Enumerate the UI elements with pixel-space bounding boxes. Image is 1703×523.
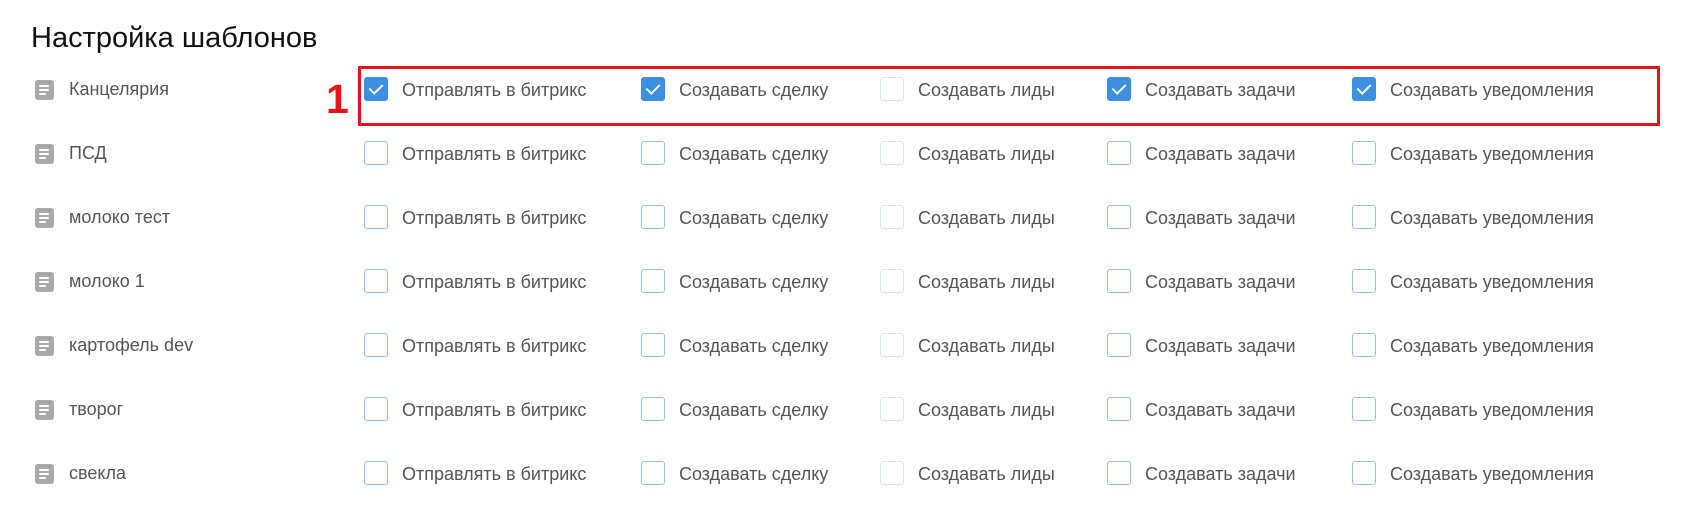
template-row: ПСД Отправлять в битрикс Создавать сделку С… — [0, 134, 1703, 174]
template-row: картофель dev Отправлять в битрикс Создава… — [0, 326, 1703, 366]
option-tasks-checkbox[interactable] — [1107, 461, 1131, 485]
template-name: творог — [69, 399, 124, 419]
option-label[interactable]: Отправлять в битрикс — [402, 207, 586, 229]
template-name: молоко тест — [69, 207, 171, 227]
option-bitrix-checkbox[interactable] — [364, 141, 388, 165]
option-label[interactable]: Создавать задачи — [1145, 399, 1296, 421]
option-notifications-checkbox[interactable] — [1352, 333, 1376, 357]
option-label[interactable]: Создавать сделку — [679, 399, 828, 421]
option-notifications-checkbox[interactable] — [1352, 205, 1376, 229]
option-label[interactable]: Создавать задачи — [1145, 335, 1296, 357]
option-label[interactable]: Создавать лиды — [918, 399, 1055, 421]
option-label[interactable]: Создавать уведомления — [1390, 271, 1594, 293]
option-leads-checkbox[interactable] — [880, 333, 904, 357]
option-tasks-checkbox[interactable] — [1107, 333, 1131, 357]
option-label[interactable]: Создавать сделку — [679, 463, 828, 485]
option-label[interactable]: Создавать задачи — [1145, 207, 1296, 229]
option-leads-checkbox[interactable] — [880, 205, 904, 229]
document-icon — [35, 272, 54, 292]
option-label[interactable]: Создавать задачи — [1145, 143, 1296, 165]
option-label[interactable]: Создавать лиды — [918, 143, 1055, 165]
option-label[interactable]: Создавать лиды — [918, 207, 1055, 229]
option-label[interactable]: Создавать уведомления — [1390, 335, 1594, 357]
document-icon — [35, 208, 54, 228]
option-label[interactable]: Создавать задачи — [1145, 463, 1296, 485]
document-icon — [35, 336, 54, 356]
option-bitrix-checkbox[interactable] — [364, 333, 388, 357]
option-leads-checkbox[interactable] — [880, 141, 904, 165]
option-deal-checkbox[interactable] — [641, 461, 665, 485]
option-label[interactable]: Создавать задачи — [1145, 271, 1296, 293]
option-label[interactable]: Создавать сделку — [679, 143, 828, 165]
option-bitrix-checkbox[interactable] — [364, 461, 388, 485]
template-row: свекла Отправлять в битрикс Создавать сдел… — [0, 454, 1703, 494]
template-row: молоко тест Отправлять в битрикс Создавать… — [0, 198, 1703, 238]
document-icon — [35, 144, 54, 164]
option-label[interactable]: Создавать сделку — [679, 207, 828, 229]
option-deal-checkbox[interactable] — [641, 269, 665, 293]
option-notifications-checkbox[interactable] — [1352, 397, 1376, 421]
option-label[interactable]: Создавать уведомления — [1390, 143, 1594, 165]
option-deal-checkbox[interactable] — [641, 397, 665, 421]
option-bitrix-checkbox[interactable] — [364, 269, 388, 293]
option-deal-checkbox[interactable] — [641, 333, 665, 357]
option-deal-checkbox[interactable] — [641, 141, 665, 165]
option-label[interactable]: Создавать уведомления — [1390, 463, 1594, 485]
option-tasks-checkbox[interactable] — [1107, 269, 1131, 293]
template-row: молоко 1 Отправлять в битрикс Создавать сд… — [0, 262, 1703, 302]
template-row: творог Отправлять в битрикс Создавать сдел… — [0, 390, 1703, 430]
annotation-highlight-box — [358, 66, 1660, 126]
option-notifications-checkbox[interactable] — [1352, 269, 1376, 293]
option-notifications-checkbox[interactable] — [1352, 141, 1376, 165]
document-icon — [35, 400, 54, 420]
option-bitrix-checkbox[interactable] — [364, 205, 388, 229]
option-label[interactable]: Создавать лиды — [918, 335, 1055, 357]
option-tasks-checkbox[interactable] — [1107, 141, 1131, 165]
option-deal-checkbox[interactable] — [641, 205, 665, 229]
option-label[interactable]: Создавать сделку — [679, 271, 828, 293]
option-label[interactable]: Отправлять в битрикс — [402, 271, 586, 293]
document-icon — [35, 464, 54, 484]
template-name: свекла — [69, 463, 126, 483]
template-name: ПСД — [69, 143, 107, 163]
template-name: Канцелярия — [69, 79, 170, 99]
option-label[interactable]: Создавать сделку — [679, 335, 828, 357]
option-label[interactable]: Создавать лиды — [918, 463, 1055, 485]
template-name: молоко 1 — [69, 271, 145, 291]
option-bitrix-checkbox[interactable] — [364, 397, 388, 421]
option-leads-checkbox[interactable] — [880, 269, 904, 293]
document-icon — [35, 80, 54, 100]
option-leads-checkbox[interactable] — [880, 397, 904, 421]
option-leads-checkbox[interactable] — [880, 461, 904, 485]
option-tasks-checkbox[interactable] — [1107, 205, 1131, 229]
option-label[interactable]: Создавать уведомления — [1390, 399, 1594, 421]
option-label[interactable]: Создавать лиды — [918, 271, 1055, 293]
option-label[interactable]: Отправлять в битрикс — [402, 399, 586, 421]
option-tasks-checkbox[interactable] — [1107, 397, 1131, 421]
annotation-step-marker: 1 — [326, 76, 349, 122]
template-name: картофель dev — [69, 335, 194, 355]
option-label[interactable]: Отправлять в битрикс — [402, 143, 586, 165]
option-notifications-checkbox[interactable] — [1352, 461, 1376, 485]
option-label[interactable]: Создавать уведомления — [1390, 207, 1594, 229]
option-label[interactable]: Отправлять в битрикс — [402, 463, 586, 485]
option-label[interactable]: Отправлять в битрикс — [402, 335, 586, 357]
